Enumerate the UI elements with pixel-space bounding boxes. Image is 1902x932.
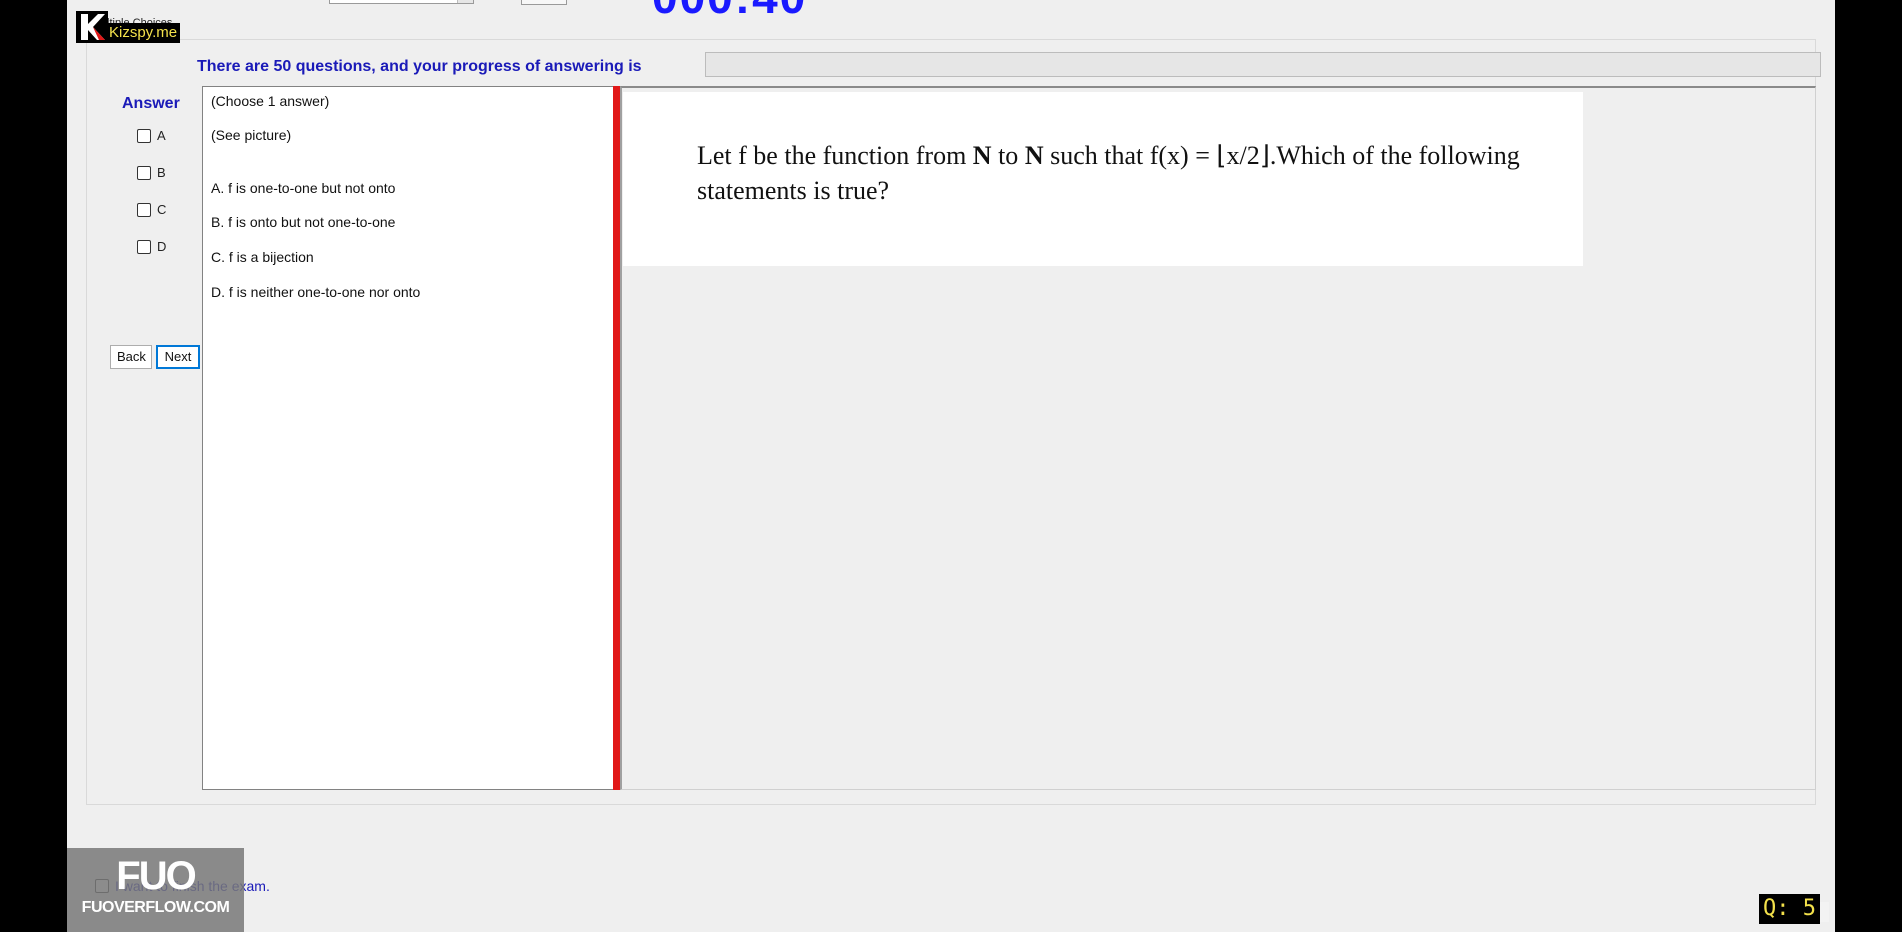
chevron-down-icon[interactable] xyxy=(457,0,473,3)
fuoverflow-watermark: FUO FUOVERFLOW.COM xyxy=(67,848,244,932)
checkbox[interactable] xyxy=(137,202,151,217)
question-text-panel[interactable]: (Choose 1 answer) (See picture) A. f is … xyxy=(202,86,613,790)
answer-option-b[interactable]: B xyxy=(137,165,166,180)
choice-c: C. f is a bijection xyxy=(211,249,314,265)
text-part: Let f be the function from xyxy=(697,141,973,170)
checkbox[interactable] xyxy=(137,165,151,180)
question-note: (See picture) xyxy=(211,127,292,143)
answer-option-d[interactable]: D xyxy=(137,239,166,254)
question-counter-badge: Q: 5 xyxy=(1759,894,1820,924)
question-group: There are 50 questions, and your progres… xyxy=(86,39,1821,805)
progress-bar xyxy=(705,52,1821,77)
choice-a: A. f is one-to-one but not onto xyxy=(211,180,396,196)
answer-title: Answer xyxy=(122,95,180,112)
text-part: to xyxy=(991,141,1025,170)
option-label: C xyxy=(157,202,167,217)
naturals-symbol: N xyxy=(972,141,992,170)
panel-splitter[interactable] xyxy=(613,86,620,790)
checkbox[interactable] xyxy=(137,239,151,254)
countdown-timer: 000:40 xyxy=(652,0,807,20)
choice-d: D. f is neither one-to-one nor onto xyxy=(211,284,421,300)
naturals-symbol: N xyxy=(1024,141,1044,170)
fuo-site: FUOVERFLOW.COM xyxy=(81,899,230,916)
back-button[interactable]: Back xyxy=(110,345,152,369)
option-label: A xyxy=(157,128,166,143)
k-logo-icon xyxy=(76,11,108,43)
kizspy-watermark: Kizspy.me xyxy=(76,9,181,43)
question-image-text: Let f be the function from N to N such t… xyxy=(697,138,1557,208)
fuo-logo: FUO xyxy=(116,854,196,898)
question-instruction: (Choose 1 answer) xyxy=(211,93,330,109)
next-button[interactable]: Next xyxy=(156,345,200,369)
question-image: Let f be the function from N to N such t… xyxy=(623,92,1583,266)
checkbox[interactable] xyxy=(137,128,151,143)
kizspy-text: Kizspy.me xyxy=(106,23,181,43)
exam-window: 000:40 There are 50 questions, and your … xyxy=(67,0,1835,932)
question-number-box[interactable] xyxy=(521,0,567,5)
answer-option-a[interactable]: A xyxy=(137,128,166,143)
answer-option-c[interactable]: C xyxy=(137,202,166,217)
option-label: B xyxy=(157,165,166,180)
choice-b: B. f is onto but not one-to-one xyxy=(211,214,396,230)
exam-code-combo[interactable] xyxy=(329,0,474,4)
progress-text: There are 50 questions, and your progres… xyxy=(197,58,642,75)
option-label: D xyxy=(157,239,167,254)
question-picture-panel: Let f be the function from N to N such t… xyxy=(620,86,1816,790)
